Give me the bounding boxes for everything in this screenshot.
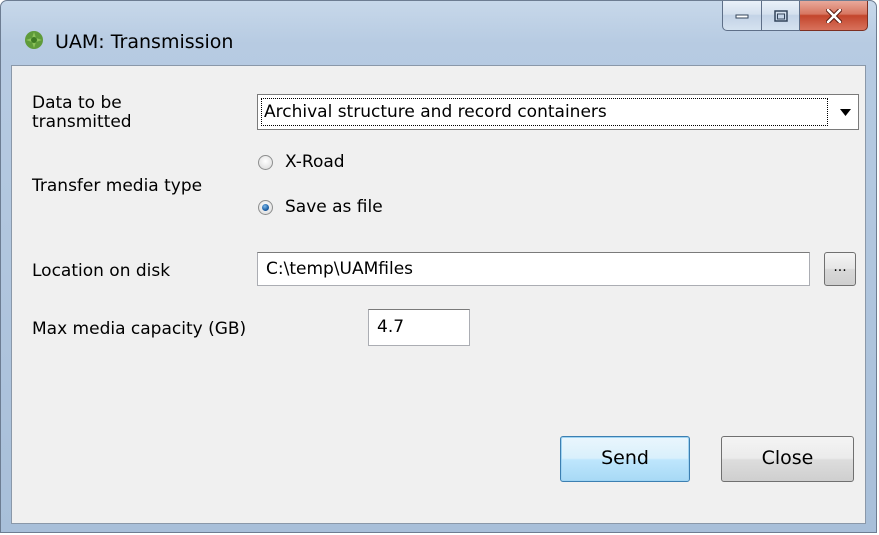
dropdown-arrow[interactable] [832,95,858,129]
send-button[interactable]: Send [560,436,690,482]
title-bar[interactable]: UAM: Transmission [1,1,876,53]
location-label: Location on disk [32,261,171,281]
close-button[interactable]: Close [721,436,854,482]
radio-save-as-file[interactable]: Save as file [258,197,383,217]
transfer-media-label: Transfer media type [32,176,203,196]
data-to-transmit-dropdown[interactable]: Archival structure and record containers [257,94,859,130]
minimize-icon [735,14,749,18]
caption-buttons [722,1,868,31]
radio-save-as-file-label: Save as file [285,197,383,217]
dialog-window: UAM: Transmission Data to be transmitted… [0,0,877,533]
radio-x-road[interactable]: X-Road [258,152,345,172]
chevron-down-icon [839,108,851,116]
data-to-transmit-label: Data to be transmitted [32,94,132,132]
minimize-button[interactable] [722,1,762,31]
maximize-icon [773,9,788,22]
radio-button-save-as-file[interactable] [258,199,273,215]
capacity-label: Max media capacity (GB) [32,319,247,339]
close-icon [825,8,842,23]
location-input[interactable]: C:\temp\UAMfiles [257,252,810,286]
browse-button[interactable]: ... [824,252,856,286]
dropdown-selected-value: Archival structure and record containers [261,98,828,126]
radio-x-road-label: X-Road [285,152,345,172]
close-window-button[interactable] [800,1,868,31]
dialog-client-area: Data to be transmitted Archival structur… [11,65,866,524]
capacity-input[interactable]: 4.7 [368,309,470,346]
radio-button-x-road[interactable] [258,154,273,170]
maximize-button[interactable] [762,1,800,31]
leaf-app-icon [25,31,43,49]
window-title: UAM: Transmission [55,31,234,53]
